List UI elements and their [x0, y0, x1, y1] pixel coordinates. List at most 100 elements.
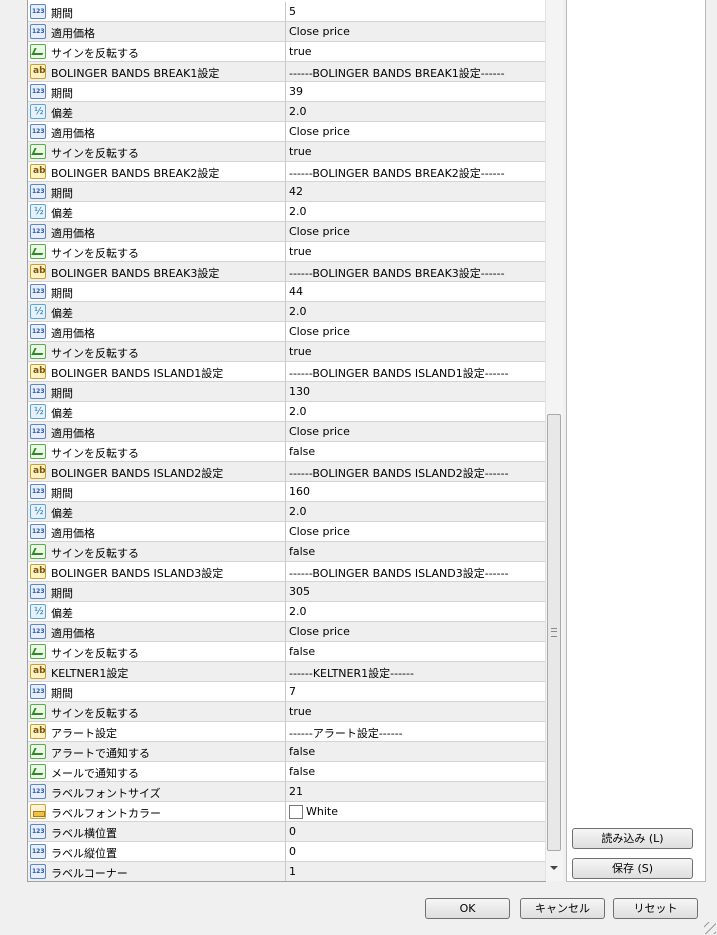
scrollbar-thumb[interactable]	[547, 414, 561, 851]
param-value-cell[interactable]: ------BOLINGER BANDS ISLAND1設定------	[286, 362, 546, 382]
param-value[interactable]: ------アラート設定------	[289, 725, 403, 741]
vertical-scrollbar[interactable]	[545, 0, 563, 881]
param-value[interactable]: false	[289, 645, 315, 658]
save-button[interactable]: 保存 (S)	[572, 858, 693, 879]
param-row[interactable]: 偏差 2.0	[28, 302, 546, 322]
param-row[interactable]: サインを反転する false	[28, 442, 546, 462]
param-value-cell[interactable]: true	[286, 342, 546, 362]
param-value[interactable]: 2.0	[289, 105, 307, 118]
cancel-button[interactable]: キャンセル	[520, 898, 605, 919]
resize-grip-icon[interactable]	[704, 922, 716, 934]
param-value-cell[interactable]: 2.0	[286, 302, 546, 322]
param-row[interactable]: 適用価格 Close price	[28, 422, 546, 442]
param-value-cell[interactable]: ------BOLINGER BANDS ISLAND2設定------	[286, 462, 546, 482]
param-row[interactable]: サインを反転する true	[28, 242, 546, 262]
param-value-cell[interactable]: 39	[286, 82, 546, 102]
param-value-cell[interactable]: 44	[286, 282, 546, 302]
param-row[interactable]: 期間 160	[28, 482, 546, 502]
param-row[interactable]: メールで通知する false	[28, 762, 546, 782]
param-value-cell[interactable]: ------BOLINGER BANDS BREAK3設定------	[286, 262, 546, 282]
param-value-cell[interactable]: Close price	[286, 322, 546, 342]
param-value-cell[interactable]: false	[286, 762, 546, 782]
param-row[interactable]: サインを反転する true	[28, 42, 546, 62]
param-value-cell[interactable]: 2.0	[286, 202, 546, 222]
param-row[interactable]: 期間 44	[28, 282, 546, 302]
param-value-cell[interactable]: ------KELTNER1設定------	[286, 662, 546, 682]
param-value-cell[interactable]: 2.0	[286, 602, 546, 622]
param-row[interactable]: サインを反転する true	[28, 702, 546, 722]
param-value[interactable]: 2.0	[289, 605, 307, 618]
param-value-cell[interactable]: true	[286, 242, 546, 262]
param-value[interactable]: Close price	[289, 225, 350, 238]
param-row[interactable]: 適用価格 Close price	[28, 522, 546, 542]
param-value[interactable]: ------BOLINGER BANDS ISLAND2設定------	[289, 465, 509, 481]
param-row[interactable]: 偏差 2.0	[28, 102, 546, 122]
param-value[interactable]: 130	[289, 385, 310, 398]
param-value[interactable]: ------BOLINGER BANDS ISLAND1設定------	[289, 365, 509, 381]
param-value[interactable]: true	[289, 45, 312, 58]
param-value[interactable]: true	[289, 705, 312, 718]
param-value[interactable]: 44	[289, 285, 303, 298]
scroll-down-arrow-icon[interactable]	[550, 866, 558, 870]
param-row[interactable]: サインを反転する true	[28, 142, 546, 162]
param-row[interactable]: BOLINGER BANDS BREAK3設定 ------BOLINGER BA…	[28, 262, 546, 282]
param-value-cell[interactable]: 2.0	[286, 502, 546, 522]
param-value[interactable]: Close price	[289, 325, 350, 338]
param-value[interactable]: 0	[289, 825, 296, 838]
param-row[interactable]: KELTNER1設定 ------KELTNER1設定------	[28, 662, 546, 682]
param-row[interactable]: 偏差 2.0	[28, 402, 546, 422]
param-row[interactable]: BOLINGER BANDS ISLAND2設定 ------BOLINGER B…	[28, 462, 546, 482]
param-row[interactable]: 適用価格 Close price	[28, 22, 546, 42]
param-row[interactable]: 適用価格 Close price	[28, 122, 546, 142]
param-value[interactable]: ------BOLINGER BANDS BREAK1設定------	[289, 65, 505, 81]
load-button[interactable]: 読み込み (L)	[572, 828, 693, 849]
param-value-cell[interactable]: 0	[286, 842, 546, 862]
param-value-cell[interactable]: 1	[286, 862, 546, 881]
param-value-cell[interactable]: 0	[286, 822, 546, 842]
param-value-cell[interactable]: true	[286, 142, 546, 162]
param-value-cell[interactable]: false	[286, 542, 546, 562]
param-row[interactable]: サインを反転する false	[28, 542, 546, 562]
param-row[interactable]: 適用価格 Close price	[28, 322, 546, 342]
param-row[interactable]: 期間 130	[28, 382, 546, 402]
param-value-cell[interactable]: 160	[286, 482, 546, 502]
param-row[interactable]: BOLINGER BANDS BREAK2設定 ------BOLINGER BA…	[28, 162, 546, 182]
param-value-cell[interactable]: 5	[286, 2, 546, 22]
param-value[interactable]: true	[289, 145, 312, 158]
param-row[interactable]: サインを反転する true	[28, 342, 546, 362]
param-row[interactable]: 期間 42	[28, 182, 546, 202]
param-value[interactable]: 2.0	[289, 505, 307, 518]
param-value[interactable]: 5	[289, 5, 296, 18]
param-value[interactable]: ------BOLINGER BANDS ISLAND3設定------	[289, 565, 509, 581]
param-row[interactable]: BOLINGER BANDS BREAK1設定 ------BOLINGER BA…	[28, 62, 546, 82]
param-value-cell[interactable]: 42	[286, 182, 546, 202]
param-value[interactable]: 2.0	[289, 305, 307, 318]
param-value-cell[interactable]: false	[286, 742, 546, 762]
param-value-cell[interactable]: Close price	[286, 222, 546, 242]
param-value[interactable]: ------BOLINGER BANDS BREAK2設定------	[289, 165, 505, 181]
param-value[interactable]: true	[289, 345, 312, 358]
param-value-cell[interactable]: true	[286, 702, 546, 722]
param-value-cell[interactable]: false	[286, 642, 546, 662]
param-value-cell[interactable]: false	[286, 442, 546, 462]
param-value-cell[interactable]: ------BOLINGER BANDS BREAK1設定------	[286, 62, 546, 82]
param-value[interactable]: ------KELTNER1設定------	[289, 665, 414, 681]
param-value[interactable]: 39	[289, 85, 303, 98]
param-row[interactable]: アラート設定 ------アラート設定------	[28, 722, 546, 742]
param-value[interactable]: 160	[289, 485, 310, 498]
param-value-cell[interactable]: 2.0	[286, 102, 546, 122]
param-value[interactable]: Close price	[289, 425, 350, 438]
param-row[interactable]: 適用価格 Close price	[28, 622, 546, 642]
param-row[interactable]: ラベル縦位置 0	[28, 842, 546, 862]
param-value[interactable]: false	[289, 765, 315, 778]
param-row[interactable]: 期間 39	[28, 82, 546, 102]
param-value[interactable]: Close price	[289, 125, 350, 138]
param-value[interactable]: 7	[289, 685, 296, 698]
param-value[interactable]: true	[289, 245, 312, 258]
param-value-cell[interactable]: ------BOLINGER BANDS BREAK2設定------	[286, 162, 546, 182]
param-value[interactable]: Close price	[289, 25, 350, 38]
param-value[interactable]: false	[289, 545, 315, 558]
param-value-cell[interactable]: Close price	[286, 622, 546, 642]
ok-button[interactable]: OK	[425, 898, 510, 919]
param-row[interactable]: BOLINGER BANDS ISLAND1設定 ------BOLINGER B…	[28, 362, 546, 382]
